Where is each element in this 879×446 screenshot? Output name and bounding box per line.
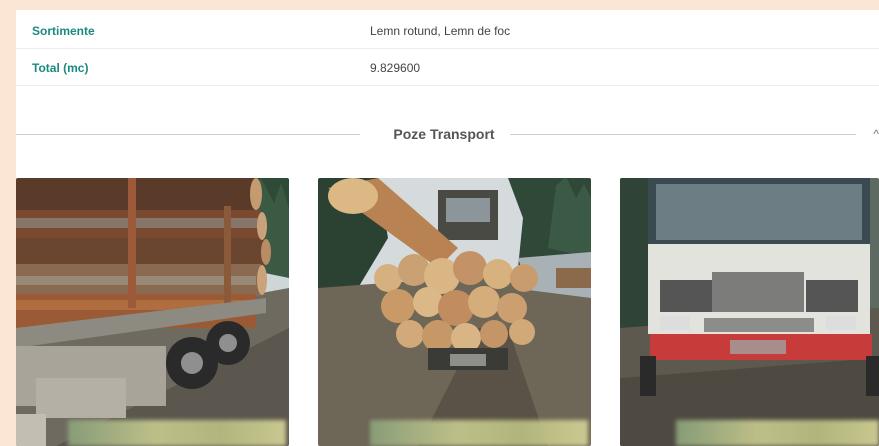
transport-photo-3[interactable] [620,178,879,446]
photo-3-image [620,178,879,446]
redacted-plate [370,420,588,446]
transport-photo-1[interactable] [16,178,289,446]
detail-value: Lemn rotund, Lemn de foc [370,24,511,38]
details-panel: Sortimente Lemn rotund, Lemn de foc Tota… [16,10,879,446]
transport-photo-2[interactable] [318,178,591,446]
redacted-plate [676,420,879,446]
detail-label: Sortimente [32,24,95,38]
divider-line-left [16,134,360,135]
detail-label: Total (mc) [32,61,89,75]
divider-line-right [510,134,856,135]
detail-row-sortimente: Sortimente Lemn rotund, Lemn de foc [16,12,879,49]
collapse-caret-icon[interactable]: ^ [873,127,879,141]
section-divider: Poze Transport ^ [16,124,879,144]
detail-value: 9.829600 [370,61,421,75]
redacted-plate [68,420,286,446]
section-title: Poze Transport [393,126,495,142]
photo-2-image [318,178,591,446]
photo-1-image [16,178,289,446]
detail-row-total: Total (mc) 9.829600 [16,49,879,86]
